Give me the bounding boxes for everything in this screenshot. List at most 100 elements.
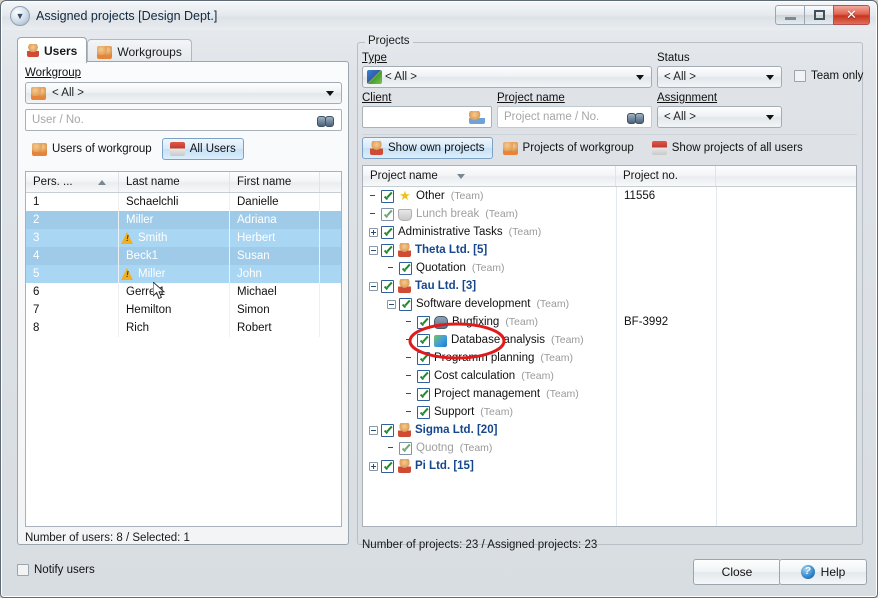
tree-checkbox[interactable] — [399, 262, 412, 275]
tree-checkbox[interactable] — [417, 334, 430, 347]
tree-spacer — [387, 264, 396, 273]
cell-last-name-text: Miller — [138, 268, 165, 280]
tree-row[interactable]: Cost calculation(Team) — [363, 367, 856, 385]
tree-row-name: ★Other(Team) — [363, 187, 616, 205]
cell-last-name-text: Rich — [126, 322, 149, 334]
close-dialog-button[interactable]: Close — [693, 559, 781, 585]
bug-icon — [434, 316, 448, 329]
tree-checkbox[interactable] — [381, 190, 394, 203]
all-users-label: All Users — [190, 143, 236, 155]
table-row[interactable]: 4Beck1Susan — [26, 247, 341, 265]
table-row[interactable]: 5MillerJohn — [26, 265, 341, 283]
workgroup-select[interactable]: < All > — [25, 82, 342, 104]
table-row[interactable]: 1SchaelchliDanielle — [26, 193, 341, 211]
tree-row-name: Quotation(Team) — [363, 259, 616, 277]
type-select[interactable]: < All > — [362, 66, 652, 88]
expand-icon[interactable] — [369, 462, 378, 471]
column-header-blank-2[interactable] — [716, 166, 856, 186]
projects-of-workgroup-button[interactable]: Projects of workgroup — [495, 137, 642, 159]
tree-row[interactable]: Project management(Team) — [363, 385, 856, 403]
type-value: < All > — [385, 71, 417, 83]
binoculars-icon[interactable] — [627, 112, 644, 123]
tree-checkbox[interactable] — [417, 352, 430, 365]
client-lookup-icon[interactable] — [469, 111, 485, 124]
tree-checkbox[interactable] — [381, 244, 394, 257]
tree-row[interactable]: Programm planning(Team) — [363, 349, 856, 367]
checkbox-icon — [17, 564, 29, 576]
users-table[interactable]: Pers. ... Last name First name 1Schaelch… — [25, 171, 342, 527]
tree-row[interactable]: Theta Ltd. [5] — [363, 241, 856, 259]
project-name-input[interactable]: Project name / No. — [497, 106, 652, 128]
tree-row[interactable]: Bugfixing(Team)BF-3992 — [363, 313, 856, 331]
tree-row[interactable]: Quotation(Team) — [363, 259, 856, 277]
team-only-label: Team only — [811, 70, 863, 82]
projects-tree[interactable]: Project name Project no. ★Other(Team)115… — [362, 165, 857, 527]
users-icon — [97, 46, 112, 59]
workgroup-label: Workgroup — [25, 67, 81, 79]
tree-row-name: Software development(Team) — [363, 295, 616, 313]
notify-users-checkbox[interactable]: Notify users — [17, 564, 95, 576]
collapse-icon[interactable] — [387, 300, 396, 309]
expand-icon[interactable] — [369, 228, 378, 237]
assignment-select[interactable]: < All > — [657, 106, 782, 128]
column-header-project-name[interactable]: Project name — [363, 166, 616, 186]
chevron-down-icon — [766, 75, 774, 80]
user-search-input[interactable]: User / No. — [25, 109, 342, 131]
cell-pers-no: 3 — [26, 229, 119, 247]
table-row[interactable]: 2MillerAdriana — [26, 211, 341, 229]
tree-checkbox[interactable] — [381, 460, 394, 473]
cell-pers-no: 8 — [26, 319, 119, 337]
window-menu-icon[interactable]: ▼ — [10, 6, 30, 26]
tab-users[interactable]: Users — [17, 37, 87, 63]
collapse-icon[interactable] — [369, 246, 378, 255]
help-button[interactable]: ? Help — [779, 559, 867, 585]
table-row[interactable]: 3SmithHerbert — [26, 229, 341, 247]
tree-row[interactable]: Support(Team) — [363, 403, 856, 421]
tree-row[interactable]: Quotng(Team) — [363, 439, 856, 457]
users-of-workgroup-button[interactable]: Users of workgroup — [24, 138, 160, 160]
tree-row[interactable]: Sigma Ltd. [20] — [363, 421, 856, 439]
maximize-button[interactable] — [804, 5, 833, 25]
tree-checkbox[interactable] — [381, 226, 394, 239]
tree-row[interactable]: ★Other(Team)11556 — [363, 187, 856, 205]
show-projects-of-all-users-button[interactable]: Show projects of all users — [644, 137, 811, 159]
tab-workgroups[interactable]: Workgroups — [87, 39, 191, 63]
cube-icon — [170, 142, 185, 156]
close-button[interactable]: ✕ — [833, 5, 870, 25]
tree-checkbox[interactable] — [381, 280, 394, 293]
collapse-icon[interactable] — [369, 426, 378, 435]
table-row[interactable]: 6Gerret1Michael — [26, 283, 341, 301]
tree-row[interactable]: Lunch break(Team) — [363, 205, 856, 223]
tree-checkbox[interactable] — [417, 388, 430, 401]
all-users-button[interactable]: All Users — [162, 138, 244, 160]
client-input[interactable] — [362, 106, 492, 128]
binoculars-icon[interactable] — [317, 115, 334, 126]
tree-row-name: Tau Ltd. [3] — [363, 277, 616, 295]
tree-row[interactable]: Database analysis(Team) — [363, 331, 856, 349]
tree-checkbox[interactable] — [417, 406, 430, 419]
column-header-last-name[interactable]: Last name — [119, 172, 230, 192]
collapse-icon[interactable] — [369, 282, 378, 291]
column-header-pers[interactable]: Pers. ... — [26, 172, 119, 192]
tree-checkbox[interactable] — [381, 208, 394, 221]
cell-last-name: Miller — [119, 265, 230, 283]
column-header-project-no[interactable]: Project no. — [616, 166, 716, 186]
status-select[interactable]: < All > — [657, 66, 782, 88]
tree-row[interactable]: Software development(Team) — [363, 295, 856, 313]
tree-row[interactable]: Administrative Tasks(Team) — [363, 223, 856, 241]
tree-checkbox[interactable] — [399, 298, 412, 311]
tree-row-label: Project management — [434, 388, 540, 400]
tree-checkbox[interactable] — [381, 424, 394, 437]
tree-row[interactable]: Tau Ltd. [3] — [363, 277, 856, 295]
show-own-projects-button[interactable]: Show own projects — [362, 137, 493, 159]
table-row[interactable]: 8RichRobert — [26, 319, 341, 337]
minimize-button[interactable] — [775, 5, 804, 25]
table-row[interactable]: 7HemiltonSimon — [26, 301, 341, 319]
tree-checkbox[interactable] — [417, 316, 430, 329]
tree-checkbox[interactable] — [417, 370, 430, 383]
team-only-checkbox[interactable]: Team only — [794, 70, 863, 82]
tree-row[interactable]: Pi Ltd. [15] — [363, 457, 856, 475]
tree-checkbox[interactable] — [399, 442, 412, 455]
column-header-blank[interactable] — [320, 172, 341, 192]
column-header-first-name[interactable]: First name — [230, 172, 320, 192]
